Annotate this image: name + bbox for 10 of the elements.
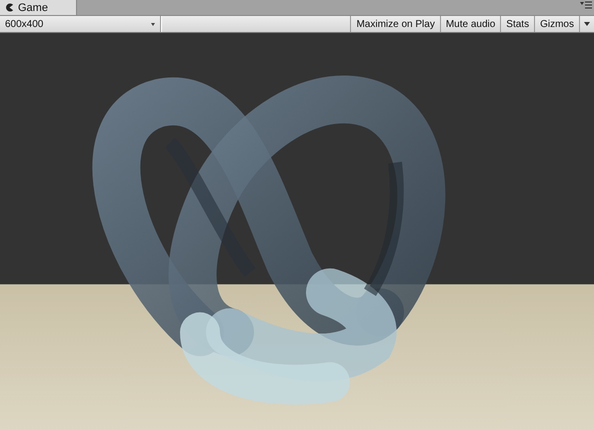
toolbar-button[interactable]: Maximize on Play (351, 16, 441, 32)
toolbar-button[interactable]: Gizmos (535, 16, 580, 32)
toolbar-button[interactable]: Stats (501, 16, 536, 32)
game-tab[interactable]: Game (0, 0, 77, 15)
menu-icon[interactable] (580, 1, 592, 9)
resolution-dropdown[interactable]: 600x400 (0, 16, 161, 32)
toolbar-button[interactable]: Mute audio (440, 16, 502, 32)
pacman-icon (5, 3, 14, 12)
caret-icon (151, 22, 155, 26)
caret-icon (584, 22, 590, 26)
